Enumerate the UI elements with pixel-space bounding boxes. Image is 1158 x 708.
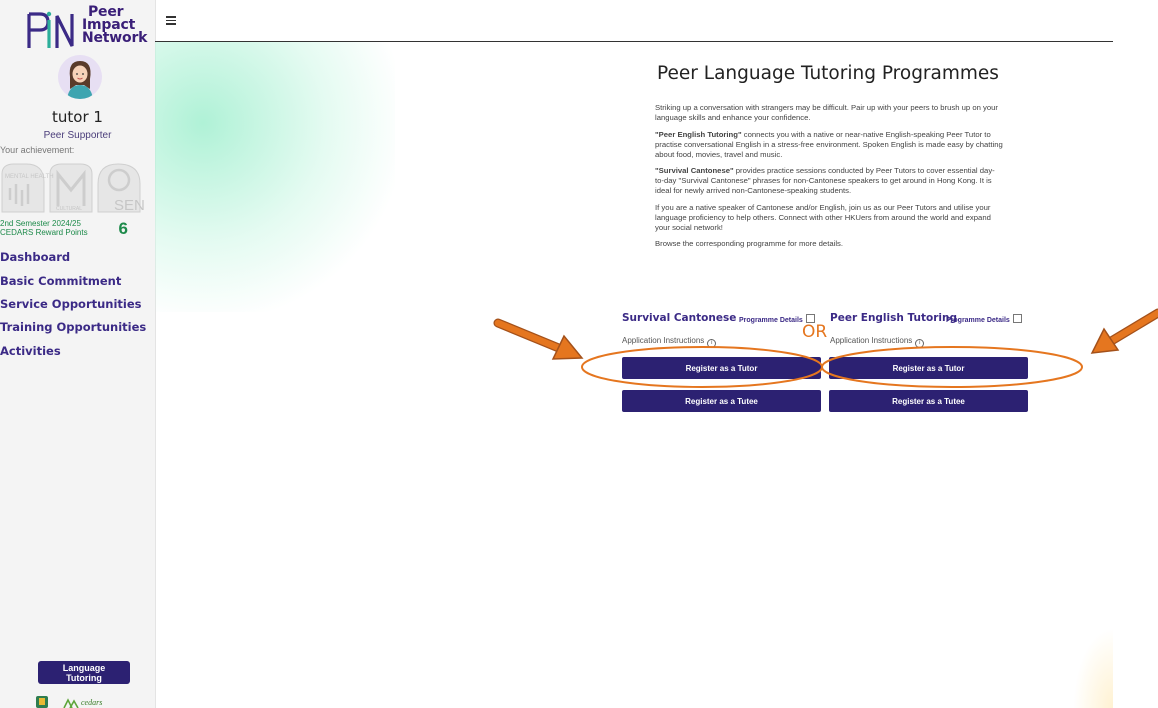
nav-activities[interactable]: Activities — [0, 344, 61, 358]
hamburger-menu-icon[interactable] — [166, 16, 176, 25]
peer-english-details-link[interactable]: Programme Details — [946, 314, 1022, 324]
or-annotation: OR — [802, 322, 828, 342]
sen-badge-label: SEN — [114, 197, 145, 214]
achievement-badges: MENTAL HEALTH CULTURAL SEN — [0, 160, 150, 216]
page-title: Peer Language Tutoring Programmes — [657, 63, 999, 84]
mental-health-badge-icon — [1, 163, 45, 213]
footer-logos: cedars — [36, 696, 102, 708]
background-gradient-corner — [1073, 628, 1113, 708]
nav-service-opportunities[interactable]: Service Opportunities — [0, 297, 142, 311]
cantonese-register-tutee-button[interactable]: Register as a Tutee — [622, 390, 821, 412]
cantonese-register-tutor-button[interactable]: Register as a Tutor — [622, 357, 821, 379]
intro-paragraph-2: "Peer English Tutoring" connects you wit… — [655, 130, 1003, 160]
intro-text: Striking up a conversation with stranger… — [655, 103, 1003, 256]
external-link-icon — [1012, 314, 1022, 323]
intro-paragraph-4: If you are a native speaker of Cantonese… — [655, 202, 991, 232]
mental-health-badge-label: MENTAL HEALTH — [5, 174, 54, 180]
language-tutoring-button[interactable]: Language Tutoring — [38, 661, 130, 684]
application-instructions-label: Application Instructions — [830, 336, 913, 345]
survival-cantonese-application-instructions[interactable]: Application Instructions i — [622, 336, 717, 348]
cultural-badge-label: CULTURAL — [56, 206, 82, 212]
cultural-badge-icon — [49, 163, 93, 213]
info-icon: i — [707, 339, 717, 348]
user-name: tutor 1 — [52, 108, 103, 126]
user-role: Peer Supporter — [43, 130, 112, 141]
nav-training-opportunities[interactable]: Training Opportunities — [0, 320, 146, 334]
pin-logo[interactable]: Peer Impact Network — [26, 5, 148, 54]
programme-details-label: Programme Details — [739, 317, 803, 324]
intro-peer-english-name: "Peer English Tutoring" — [655, 129, 742, 139]
header-divider — [155, 41, 1113, 42]
survival-cantonese-title: Survival Cantonese — [622, 312, 737, 324]
peer-english-title: Peer English Tutoring — [830, 312, 957, 324]
arrow-left-icon — [493, 318, 584, 360]
user-avatar-icon — [58, 55, 102, 99]
intro-paragraph-1: Striking up a conversation with stranger… — [655, 103, 998, 122]
nav-basic-commitment[interactable]: Basic Commitment — [0, 274, 121, 288]
info-icon: i — [915, 339, 925, 348]
english-register-tutee-button[interactable]: Register as a Tutee — [829, 390, 1028, 412]
svg-text:cedars: cedars — [81, 698, 102, 707]
application-instructions-label: Application Instructions — [622, 336, 705, 345]
sidebar: Peer Impact Network tutor 1 Peer Support… — [0, 0, 156, 708]
points-value: 6 — [118, 219, 128, 238]
background-gradient — [155, 42, 395, 312]
nav-dashboard[interactable]: Dashboard — [0, 250, 70, 264]
english-register-tutor-button[interactable]: Register as a Tutor — [829, 357, 1028, 379]
pin-logo-mark-icon — [27, 11, 74, 48]
intro-survival-cantonese-name: "Survival Cantonese" — [655, 166, 734, 175]
cedars-logo-icon: cedars — [63, 698, 102, 708]
achievement-label: Your achievement: — [0, 145, 75, 155]
avatar — [58, 55, 102, 99]
intro-paragraph-3: "Survival Cantonese" provides practice s… — [655, 166, 1003, 196]
intro-paragraph-5: Browse the corresponding programme for m… — [655, 239, 844, 248]
arrow-right-icon — [1090, 308, 1158, 354]
reward-points: 2nd Semester 2024/25 CEDARS Reward Point… — [0, 219, 150, 239]
logo-line-network: Network — [82, 30, 148, 46]
peer-english-application-instructions[interactable]: Application Instructions i — [830, 336, 925, 348]
programme-details-label: Programme Details — [946, 317, 1010, 324]
